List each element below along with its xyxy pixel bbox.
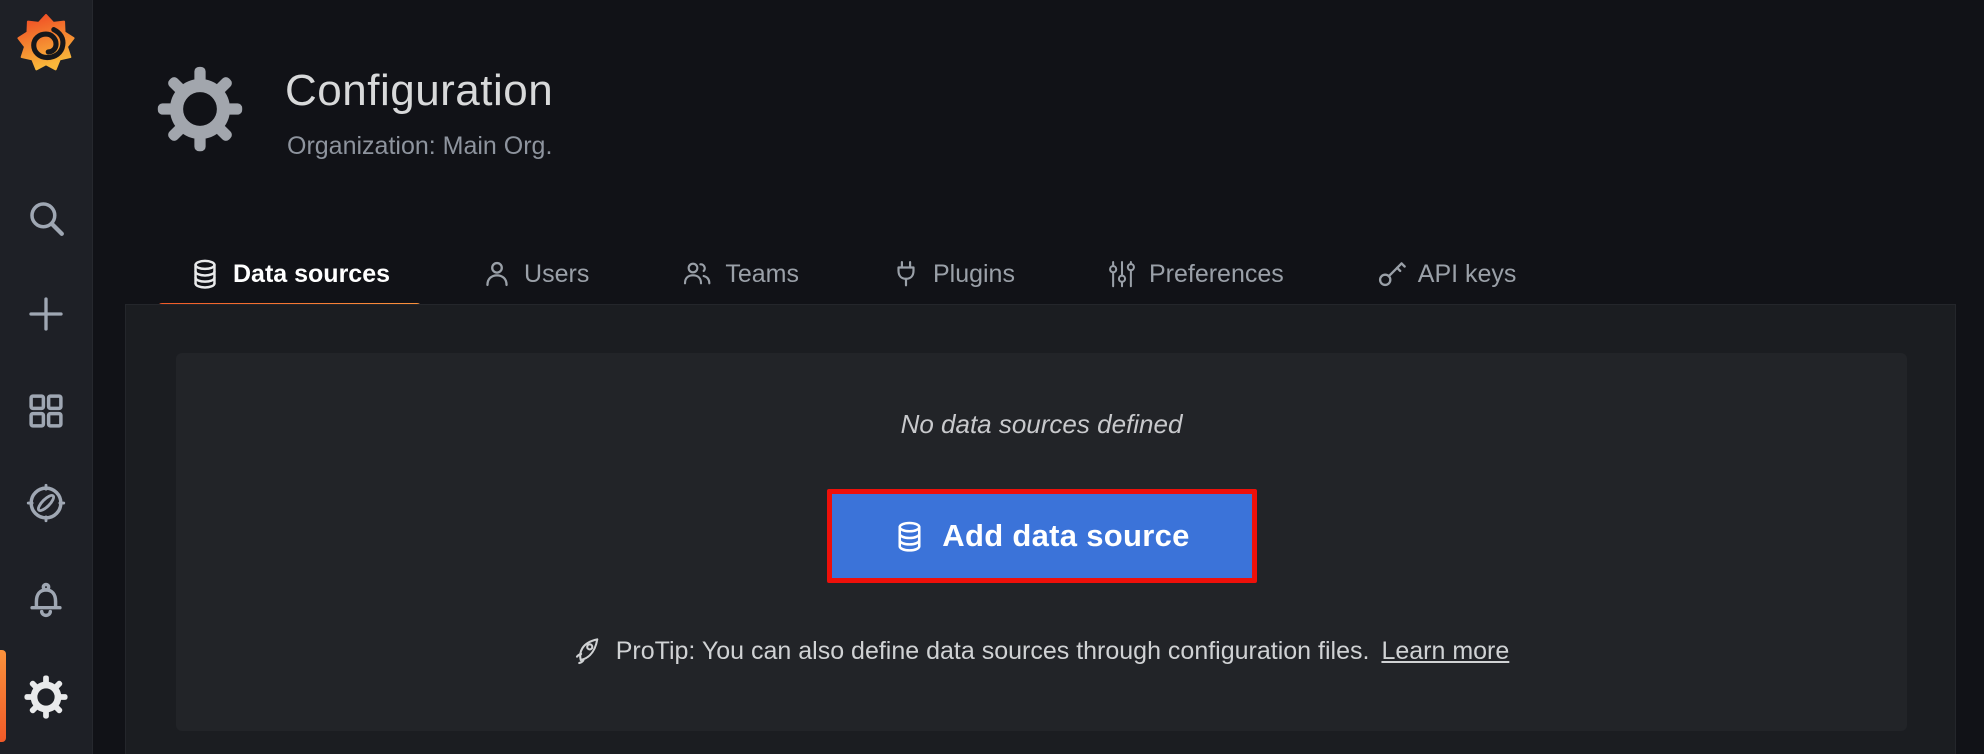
database-icon bbox=[189, 258, 221, 290]
key-icon bbox=[1376, 259, 1406, 289]
add-data-source-label: Add data source bbox=[942, 518, 1189, 554]
sidebar bbox=[0, 0, 93, 754]
search-icon bbox=[25, 197, 67, 239]
content-container: No data sources defined Add data source … bbox=[125, 304, 1956, 754]
sidebar-item-create[interactable] bbox=[0, 292, 92, 336]
compass-icon bbox=[23, 480, 69, 526]
database-icon bbox=[893, 520, 926, 553]
empty-state-message: No data sources defined bbox=[176, 409, 1907, 440]
gear-icon bbox=[23, 674, 69, 720]
tab-label: Preferences bbox=[1149, 260, 1284, 289]
page-title: Configuration bbox=[285, 66, 553, 116]
sidebar-item-alerting[interactable] bbox=[0, 577, 92, 625]
page-header: Configuration Organization: Main Org. bbox=[93, 0, 1984, 246]
plus-icon bbox=[26, 294, 66, 334]
dashboards-grid-icon bbox=[25, 390, 67, 432]
config-tabs: Data sources Users Teams bbox=[157, 243, 1548, 305]
sidebar-item-configuration[interactable] bbox=[0, 673, 92, 721]
bell-icon bbox=[23, 578, 69, 624]
protip-text: ProTip: You can also define data sources… bbox=[616, 637, 1370, 666]
sidebar-item-dashboards[interactable] bbox=[0, 388, 92, 434]
tab-label: Plugins bbox=[933, 260, 1015, 289]
grafana-logo[interactable] bbox=[0, 12, 92, 74]
tab-plugins[interactable]: Plugins bbox=[859, 243, 1047, 305]
tab-teams[interactable]: Teams bbox=[649, 243, 831, 305]
protip-row: ProTip: You can also define data sources… bbox=[176, 636, 1907, 666]
tab-data-sources[interactable]: Data sources bbox=[157, 243, 422, 305]
tab-label: API keys bbox=[1418, 260, 1517, 289]
learn-more-link[interactable]: Learn more bbox=[1381, 637, 1509, 666]
tab-api-keys[interactable]: API keys bbox=[1344, 243, 1549, 305]
tab-label: Teams bbox=[725, 260, 799, 289]
configuration-gear-icon bbox=[155, 64, 245, 154]
user-icon bbox=[482, 259, 512, 289]
sliders-icon bbox=[1107, 259, 1137, 289]
tab-label: Users bbox=[524, 260, 589, 289]
add-data-source-button[interactable]: Add data source bbox=[832, 494, 1252, 578]
page-subtitle: Organization: Main Org. bbox=[287, 132, 552, 161]
highlight-box: Add data source bbox=[827, 489, 1257, 583]
sidebar-item-explore[interactable] bbox=[0, 479, 92, 527]
sidebar-active-indicator bbox=[0, 650, 6, 742]
rocket-icon bbox=[574, 636, 604, 666]
grafana-logo-icon bbox=[17, 14, 75, 72]
team-icon bbox=[681, 258, 713, 290]
tab-preferences[interactable]: Preferences bbox=[1075, 243, 1316, 305]
empty-datasource-panel: No data sources defined Add data source … bbox=[176, 353, 1907, 731]
sidebar-item-search[interactable] bbox=[0, 196, 92, 240]
plug-icon bbox=[891, 259, 921, 289]
tab-users[interactable]: Users bbox=[450, 243, 621, 305]
tab-label: Data sources bbox=[233, 260, 390, 289]
